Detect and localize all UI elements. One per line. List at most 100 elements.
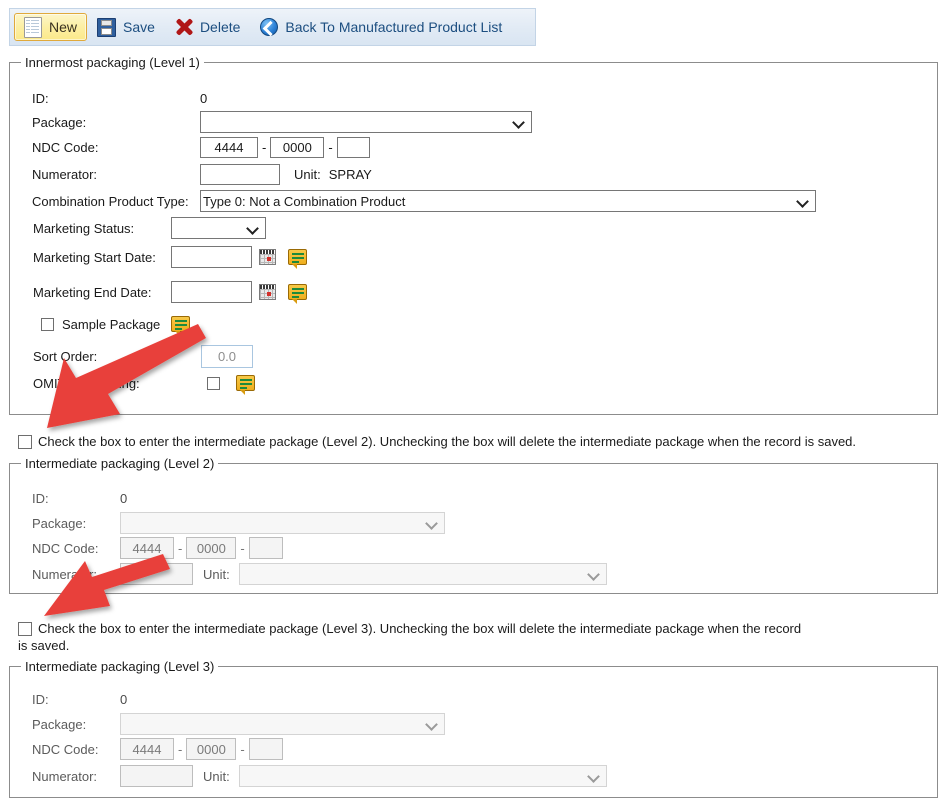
level1-ndc-row: NDC Code: - - — [32, 137, 370, 158]
back-to-list-button[interactable]: Back To Manufactured Product List — [250, 13, 512, 41]
comment-note-icon[interactable] — [288, 284, 307, 304]
level2-toggle-text: Check the box to enter the intermediate … — [38, 434, 857, 449]
toolbar: New Save Delete Back To Manufactured Pro… — [9, 8, 536, 46]
level1-combination-select-wrap: Type 0: Not a Combination Product — [200, 190, 816, 212]
new-button[interactable]: New — [14, 13, 88, 41]
comment-note-icon[interactable] — [236, 375, 255, 395]
level3-package-row: Package: — [32, 713, 445, 735]
level2-id-value: 0 — [120, 491, 128, 506]
level1-unit-value: SPRAY — [328, 167, 372, 182]
level2-id-row: ID: 0 — [32, 491, 127, 506]
level2-numerator-row: Numerator: Unit: — [32, 563, 607, 585]
level1-package-label: Package: — [32, 114, 87, 130]
level3-toggle-row: Check the box to enter the intermediate … — [18, 620, 813, 654]
level2-toggle-row: Check the box to enter the intermediate … — [18, 433, 928, 450]
delete-x-icon — [175, 18, 193, 36]
level1-ndc-label: NDC Code: — [32, 140, 99, 155]
omit-from-listing-checkbox[interactable] — [207, 376, 220, 390]
level2-unit-label: Unit: — [203, 566, 230, 582]
level3-ndc-separator-1: - — [178, 741, 183, 757]
level2-ndc-part1-input[interactable] — [120, 537, 174, 559]
level1-ndc-separator-1: - — [262, 140, 267, 155]
level1-marketing-start-row: Marketing Start Date: — [33, 246, 307, 269]
new-button-label: New — [49, 19, 78, 35]
level3-ndc-separator-2: - — [240, 741, 245, 757]
level1-id-label: ID: — [32, 91, 49, 106]
level1-combination-select[interactable]: Type 0: Not a Combination Product — [200, 190, 816, 212]
level1-marketing-status-select-wrap — [171, 217, 266, 239]
sort-order-input[interactable] — [201, 345, 253, 368]
level3-unit-label: Unit: — [203, 768, 230, 784]
innermost-packaging-legend: Innermost packaging (Level 1) — [25, 55, 200, 70]
level1-unit-label: Unit: — [294, 167, 321, 182]
level2-unit-select-wrap — [238, 563, 607, 585]
level2-ndc-part3-input[interactable] — [248, 537, 283, 559]
level1-omit-row: OMIT from Listing: — [33, 375, 255, 395]
level1-numerator-label: Numerator: — [32, 167, 98, 182]
level3-id-label: ID: — [32, 692, 49, 707]
level2-ndc-label: NDC Code: — [32, 540, 99, 556]
sample-package-label: Sample Package — [62, 316, 161, 332]
level2-enable-checkbox[interactable] — [18, 434, 32, 449]
level1-package-select[interactable] — [200, 111, 532, 133]
new-page-icon — [24, 16, 42, 38]
level1-marketing-status-label: Marketing Status: — [33, 220, 135, 236]
level2-package-select-wrap — [120, 512, 445, 534]
level3-numerator-row: Numerator: Unit: — [32, 765, 607, 787]
level1-id-value: 0 — [200, 91, 208, 106]
level1-package-select-wrap — [200, 111, 532, 133]
level3-id-value: 0 — [120, 692, 128, 707]
sort-order-label: Sort Order: — [33, 349, 98, 364]
level1-ndc-part1-input[interactable] — [200, 137, 258, 158]
level2-ndc-part2-input[interactable] — [186, 537, 237, 559]
level1-sort-order-row: Sort Order: — [33, 345, 253, 368]
level3-ndc-part1-input[interactable] — [120, 738, 174, 760]
level3-ndc-part3-input[interactable] — [248, 738, 283, 760]
level3-unit-select-wrap — [238, 765, 607, 787]
level3-package-label: Package: — [32, 716, 87, 732]
calendar-icon[interactable] — [259, 284, 276, 300]
level1-id-row: ID: 0 — [32, 91, 207, 106]
intermediate-packaging-level2-legend: Intermediate packaging (Level 2) — [25, 456, 215, 471]
level1-sample-package-row: Sample Package — [41, 316, 191, 336]
level3-ndc-part2-input[interactable] — [186, 738, 237, 760]
level1-combination-label: Combination Product Type: — [32, 193, 189, 209]
sample-package-checkbox[interactable] — [41, 317, 54, 331]
level1-numerator-row: Numerator: Unit: SPRAY — [32, 164, 372, 185]
level1-marketing-end-label: Marketing End Date: — [33, 284, 152, 300]
level3-numerator-input[interactable] — [120, 765, 193, 787]
level2-package-select[interactable] — [120, 512, 445, 534]
level1-ndc-part2-input[interactable] — [270, 137, 325, 158]
level3-toggle-text: Check the box to enter the intermediate … — [18, 621, 802, 653]
level2-numerator-input[interactable] — [120, 563, 193, 585]
level1-ndc-separator-2: - — [328, 140, 333, 155]
level3-package-select-wrap — [120, 713, 445, 735]
level1-marketing-status-select[interactable] — [171, 217, 266, 239]
level3-package-select[interactable] — [120, 713, 445, 735]
comment-note-icon[interactable] — [171, 316, 191, 336]
level1-combination-row: Combination Product Type: Type 0: Not a … — [32, 190, 816, 212]
level1-ndc-part3-input[interactable] — [336, 137, 370, 158]
level2-ndc-row: NDC Code: - - — [32, 537, 283, 559]
level1-marketing-status-row: Marketing Status: — [33, 217, 266, 239]
level1-numerator-input[interactable] — [200, 164, 280, 185]
level3-numerator-label: Numerator: — [32, 768, 98, 784]
level3-id-row: ID: 0 — [32, 692, 127, 707]
level2-unit-select[interactable] — [238, 563, 607, 585]
level3-enable-checkbox[interactable] — [18, 621, 32, 636]
delete-button[interactable]: Delete — [165, 13, 250, 41]
omit-from-listing-label: OMIT from Listing: — [33, 375, 140, 391]
save-button[interactable]: Save — [87, 13, 165, 41]
level2-package-label: Package: — [32, 515, 87, 531]
comment-note-icon[interactable] — [288, 249, 307, 269]
back-to-list-button-label: Back To Manufactured Product List — [285, 19, 503, 35]
save-disk-icon — [97, 17, 117, 37]
calendar-icon[interactable] — [259, 249, 276, 265]
level1-marketing-end-input[interactable] — [171, 281, 252, 303]
level3-unit-select[interactable] — [238, 765, 607, 787]
level1-marketing-end-row: Marketing End Date: — [33, 281, 307, 304]
back-arrow-icon — [260, 18, 279, 36]
level3-ndc-row: NDC Code: - - — [32, 738, 283, 760]
save-button-label: Save — [123, 19, 155, 35]
level1-marketing-start-input[interactable] — [171, 246, 252, 268]
